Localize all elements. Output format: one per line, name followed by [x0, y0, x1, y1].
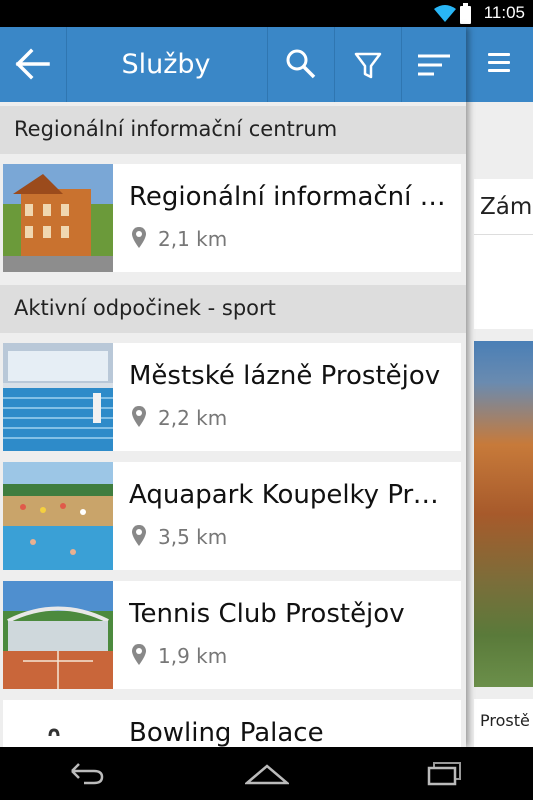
wifi-icon: [434, 5, 456, 22]
recents-nav-icon[interactable]: [426, 761, 466, 787]
item-photo: [3, 581, 113, 689]
item-name: Aquapark Koupelky Prostějov: [129, 480, 449, 510]
services-list-panel: Služby Regionální informační centrum Reg…: [0, 27, 466, 747]
item-distance: 1,9 km: [158, 644, 228, 668]
list-item[interactable]: Tennis Club Prostějov 1,9 km: [3, 581, 461, 689]
search-button[interactable]: [268, 27, 334, 102]
detail-appbar: [466, 27, 533, 102]
list-item[interactable]: Městské lázně Prostějov 2,2 km: [3, 343, 461, 451]
detail-photo: [474, 341, 533, 687]
app-bar: Služby: [0, 27, 466, 102]
location-pin-icon: [132, 525, 146, 546]
system-nav-bar: [0, 747, 533, 800]
list-item[interactable]: Regionální informační centrum 2,1 km: [3, 164, 461, 272]
back-nav-icon[interactable]: [66, 761, 106, 785]
sort-button[interactable]: [402, 27, 466, 102]
home-nav-icon[interactable]: [245, 763, 289, 785]
section-title: Regionální informační centrum: [14, 117, 338, 141]
item-photo: [3, 164, 113, 272]
item-photo: [3, 462, 113, 570]
item-photo-placeholder: [3, 700, 113, 747]
item-name: Regionální informační centrum: [129, 182, 449, 212]
detail-title-card: Zám: [474, 179, 533, 329]
sort-icon: [418, 54, 450, 76]
location-pin-icon: [132, 227, 146, 248]
item-name: Tennis Club Prostějov: [129, 599, 405, 629]
back-arrow-icon: [15, 48, 50, 80]
item-name: Bowling Palace: [129, 718, 324, 747]
item-distance: 2,1 km: [158, 227, 228, 251]
location-pin-icon: [132, 644, 146, 665]
detail-panel: Zám Prostě: [466, 27, 533, 759]
filter-icon: [354, 52, 382, 79]
filter-button[interactable]: [335, 27, 401, 102]
detail-description: Prostě: [480, 711, 530, 730]
section-title: Aktivní odpočinek - sport: [14, 296, 276, 320]
list-item[interactable]: Bowling Palace: [3, 700, 461, 747]
section-header: Aktivní odpočinek - sport: [0, 285, 466, 333]
status-bar: 11:05: [0, 0, 533, 27]
detail-title: Zám: [480, 194, 533, 220]
list-item[interactable]: Aquapark Koupelky Prostějov 3,5 km: [3, 462, 461, 570]
search-icon: [286, 49, 316, 79]
menu-icon[interactable]: [488, 53, 510, 73]
section-header: Regionální informační centrum: [0, 106, 466, 154]
page-title: Služby: [121, 49, 211, 80]
item-distance: 2,2 km: [158, 406, 228, 430]
location-pin-icon: [132, 406, 146, 427]
back-button[interactable]: [0, 27, 66, 102]
item-photo: [3, 343, 113, 451]
item-distance: 3,5 km: [158, 525, 228, 549]
clock: 11:05: [483, 3, 525, 22]
battery-icon: [460, 3, 471, 24]
item-name: Městské lázně Prostějov: [129, 361, 441, 391]
